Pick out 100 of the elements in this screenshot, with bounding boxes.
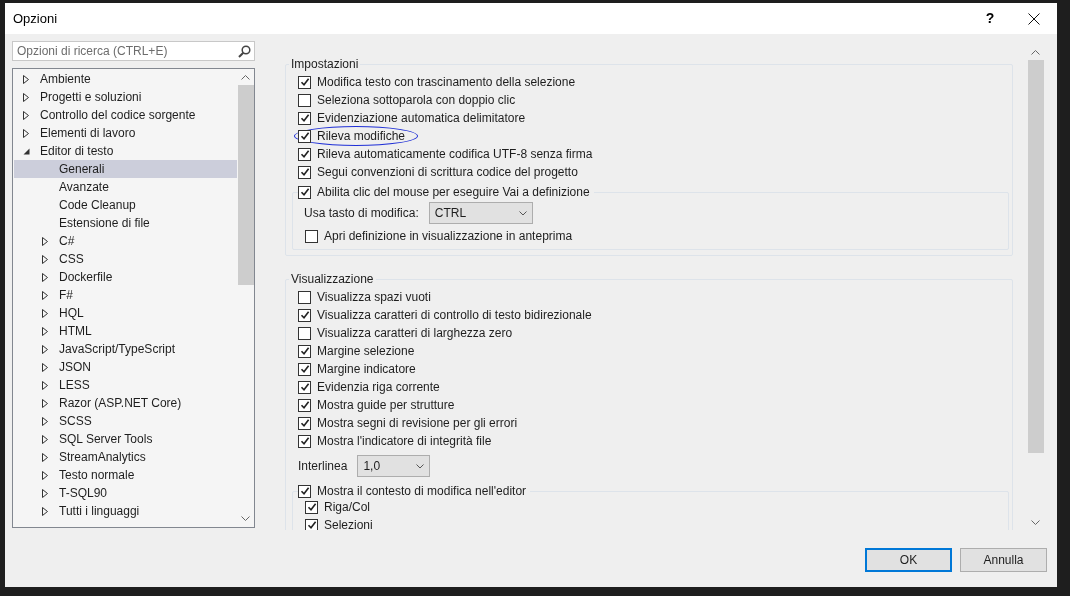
dropdown[interactable]: 1,0 (357, 455, 431, 477)
checkbox[interactable] (298, 290, 311, 304)
checkbox[interactable] (305, 518, 318, 530)
check-icon (299, 77, 310, 87)
checkbox[interactable] (298, 362, 311, 376)
checkbox-label: Segui convenzioni di scrittura codice del progetto (317, 164, 578, 181)
check-icon (299, 364, 310, 374)
tree-item[interactable]: LESS (14, 376, 237, 394)
checkbox[interactable] (305, 500, 318, 514)
search-field[interactable]: Opzioni di ricerca (CTRL+E) (12, 41, 255, 61)
checkbox-label: Evidenziazione automatica delimitatore (317, 110, 526, 127)
checkbox[interactable] (298, 344, 311, 358)
checkbox-label: Margine indicatore (317, 361, 416, 378)
tree-item[interactable]: HTML (14, 322, 237, 340)
scroll-up-icon (1031, 50, 1040, 55)
checkbox-label: Margine selezione (317, 343, 415, 360)
check-icon (299, 486, 310, 496)
check-icon (299, 131, 310, 141)
check-icon (299, 436, 310, 446)
check-icon (306, 520, 317, 530)
check-icon (306, 502, 317, 512)
tree-item[interactable]: Dockerfile (14, 268, 237, 286)
checkbox-label: Mostra il contesto di modifica nell'editor (317, 483, 527, 500)
scroll-up-icon (241, 75, 250, 80)
check-icon (299, 400, 310, 410)
window-title: Opzioni (13, 9, 58, 28)
dropdown[interactable]: CTRL (428, 202, 533, 224)
tree-item[interactable]: Avanzate (14, 178, 237, 196)
checkbox-label: Riga/Col (324, 499, 371, 516)
tree-item[interactable]: StreamAnalytics (14, 448, 237, 466)
check-icon (299, 382, 310, 392)
close-icon (1028, 12, 1040, 25)
checkbox-label: Visualizza spazi vuoti (317, 289, 431, 306)
checkbox[interactable] (298, 147, 311, 161)
checkbox[interactable] (298, 93, 311, 107)
chevron-down-icon (416, 463, 425, 469)
chevron-down-icon (518, 210, 527, 216)
tree-item[interactable]: JSON (14, 358, 237, 376)
checkbox[interactable] (298, 75, 311, 89)
checkbox[interactable] (298, 165, 311, 179)
check-icon (299, 167, 310, 177)
tree-item[interactable]: Controllo del codice sorgente (14, 106, 237, 124)
checkbox-label: Rileva automaticamente codifica UTF-8 senza firma (317, 146, 593, 163)
search-icon (238, 44, 251, 58)
checkbox[interactable] (298, 416, 311, 430)
expanded-triangle-icon (23, 147, 30, 155)
tree-item[interactable]: T-SQL90 (14, 484, 237, 502)
checkbox-label: Abilita clic del mouse per eseguire Vai a definizione (317, 184, 590, 201)
check-icon (299, 310, 310, 320)
tree-item[interactable]: Ambiente (14, 70, 237, 88)
checkbox[interactable] (298, 434, 311, 448)
checkbox-label: Mostra l'indicatore di integrità file (317, 433, 492, 450)
check-icon (299, 346, 310, 356)
scroll-down-icon (1031, 520, 1040, 525)
tree-item[interactable]: Progetti e soluzioni (14, 88, 237, 106)
section-title: Impostazioni (291, 57, 359, 71)
tree-item[interactable]: Razor (ASP.NET Core) (14, 394, 237, 412)
tree-item[interactable]: SCSS (14, 412, 237, 430)
checkbox[interactable] (305, 229, 318, 243)
tree-item[interactable]: Generali (14, 160, 237, 178)
tree-item[interactable]: Testo normale (14, 466, 237, 484)
checkbox-label: Rileva modifiche (317, 128, 406, 145)
tree-item[interactable]: Tutti i linguaggi (14, 502, 237, 520)
tree-item[interactable]: SQL Server Tools (14, 430, 237, 448)
checkbox[interactable] (298, 484, 311, 498)
checkbox-label: Modifica testo con trascinamento della selezione (317, 74, 576, 91)
scroll-down-icon (241, 516, 250, 521)
checkbox[interactable] (298, 326, 311, 340)
help-button[interactable]: ? (977, 5, 1003, 32)
check-icon (299, 113, 310, 123)
checkbox[interactable] (298, 308, 311, 322)
tree-item[interactable]: JavaScript/TypeScript (14, 340, 237, 358)
tree-item[interactable]: HQL (14, 304, 237, 322)
checkbox-label: Apri definizione in visualizzazione in anteprima (324, 228, 573, 245)
tree-item[interactable]: C# (14, 232, 237, 250)
section-title: Visualizzazione (291, 272, 374, 286)
tree-item[interactable]: Estensione di file (14, 214, 237, 232)
checkbox-label: Mostra segni di revisione per gli errori (317, 415, 518, 432)
checkbox[interactable] (298, 185, 311, 199)
checkbox[interactable] (298, 398, 311, 412)
tree-item[interactable]: CSS (14, 250, 237, 268)
checkbox[interactable] (298, 380, 311, 394)
checkbox-label: Evidenzia riga corrente (317, 379, 440, 396)
checkbox-label: Visualizza caratteri di larghezza zero (317, 325, 513, 342)
tree-item[interactable]: F# (14, 286, 237, 304)
tree-item[interactable]: Code Cleanup (14, 196, 237, 214)
dropdown-label: Usa tasto di modifica: (304, 205, 419, 222)
tree-item[interactable]: Elementi di lavoro (14, 124, 237, 142)
tree-item[interactable]: Editor di testo (14, 142, 237, 160)
check-icon (299, 149, 310, 159)
dialog-button[interactable]: Annulla (960, 548, 1047, 572)
checkbox[interactable] (298, 129, 311, 143)
check-icon (299, 418, 310, 428)
dialog-button[interactable]: OK (865, 548, 952, 572)
check-icon (299, 187, 310, 197)
checkbox-label: Visualizza caratteri di controllo di testo bidirezionale (317, 307, 592, 324)
checkbox-label: Seleziona sottoparola con doppio clic (317, 92, 516, 109)
checkbox[interactable] (298, 111, 311, 125)
dropdown-label: Interlinea (298, 458, 348, 475)
checkbox-label: Selezioni (324, 517, 373, 530)
